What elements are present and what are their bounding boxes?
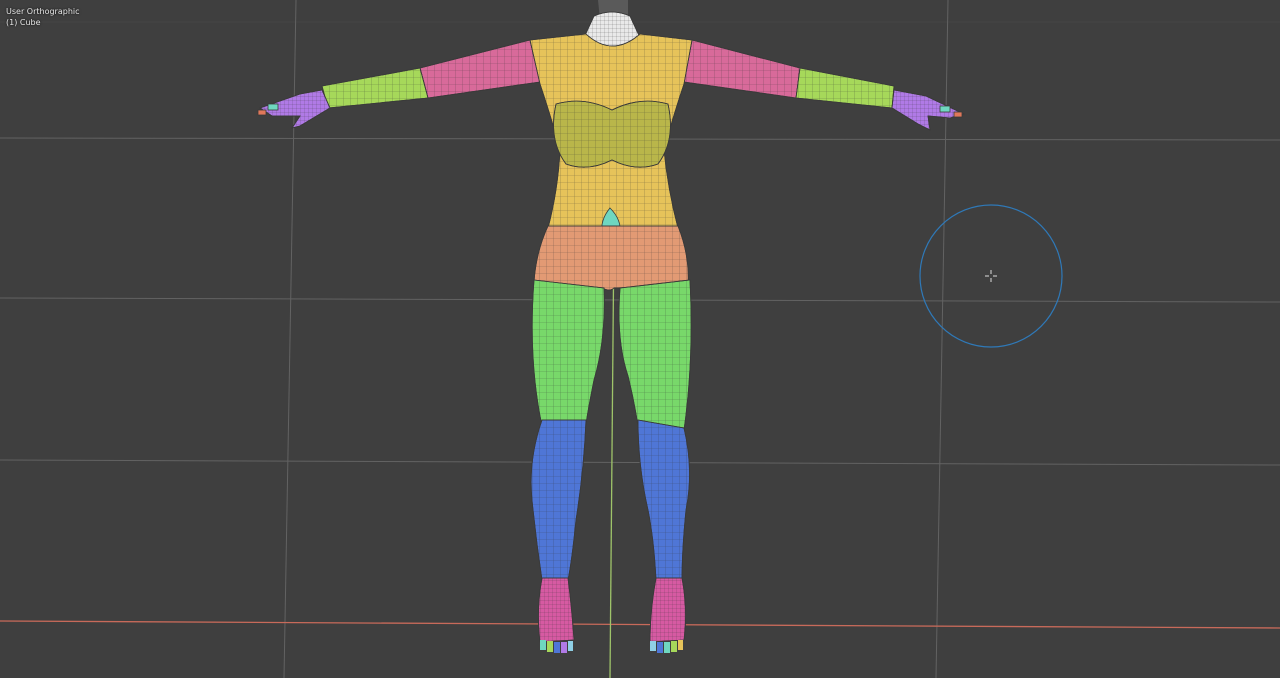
- view-label: User Orthographic: [6, 7, 80, 16]
- brush-radius-circle: [919, 204, 1063, 348]
- crosshair-icon: [985, 270, 997, 282]
- viewport-scene[interactable]: [0, 0, 1280, 678]
- x-axis-line: [0, 620, 1280, 629]
- brush-cursor[interactable]: [919, 204, 1063, 348]
- object-label: (1) Cube: [6, 18, 41, 27]
- viewport-info-overlay: User Orthographic (1) Cube: [6, 6, 80, 28]
- toes-right: [650, 640, 683, 653]
- 3d-viewport[interactable]: User Orthographic (1) Cube: [0, 0, 1280, 678]
- toes-left: [540, 640, 573, 653]
